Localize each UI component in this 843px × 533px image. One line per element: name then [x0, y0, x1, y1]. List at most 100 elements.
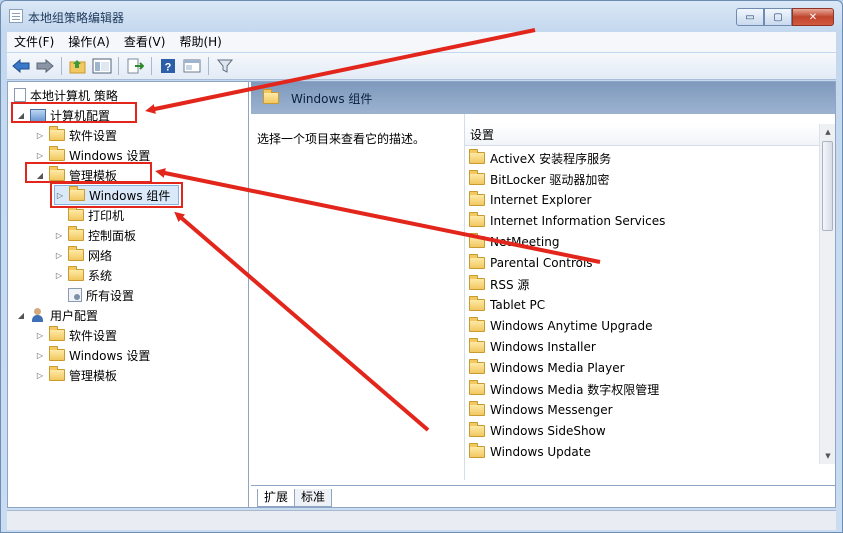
- toolbar-separator: [208, 57, 209, 75]
- window-title: 本地组策略编辑器: [28, 11, 125, 25]
- maximize-button[interactable]: ▢: [764, 8, 792, 26]
- expand-arrow-icon[interactable]: ▷: [35, 331, 45, 340]
- expand-arrow-icon[interactable]: ▷: [35, 351, 45, 360]
- menu-action[interactable]: 操作(A): [61, 32, 117, 52]
- folder-icon: [469, 443, 485, 458]
- list-item[interactable]: Windows Media 数字权限管理: [469, 379, 659, 399]
- list-item-label: Windows Installer: [490, 340, 596, 354]
- folder-icon: [68, 206, 84, 221]
- list-item[interactable]: Windows SideShow: [469, 421, 606, 441]
- toolbar-separator: [151, 57, 152, 75]
- user-icon: [30, 308, 46, 322]
- list-item-label: Windows SideShow: [490, 424, 606, 438]
- vertical-scrollbar[interactable]: ▲ ▼: [819, 124, 835, 464]
- list-item[interactable]: RSS 源: [469, 274, 529, 294]
- tree-item-user-software-settings[interactable]: ▷ 软件设置: [35, 325, 117, 345]
- status-bar: [7, 510, 836, 530]
- list-item[interactable]: NetMeeting: [469, 232, 559, 252]
- toolbar-separator: [61, 57, 62, 75]
- menu-bar: 文件(F) 操作(A) 查看(V) 帮助(H): [7, 32, 836, 52]
- menu-help[interactable]: 帮助(H): [172, 32, 228, 52]
- svg-text:?: ?: [165, 62, 172, 74]
- back-arrow-icon[interactable]: [11, 56, 31, 76]
- menu-view[interactable]: 查看(V): [117, 32, 173, 52]
- tree-item-label: 软件设置: [69, 328, 118, 343]
- tab-extended[interactable]: 扩展: [257, 489, 296, 507]
- folder-icon: [68, 226, 84, 241]
- folder-icon: [469, 275, 485, 290]
- scrollbar-thumb[interactable]: [822, 141, 833, 231]
- tab-standard[interactable]: 标准: [294, 489, 333, 507]
- list-item[interactable]: Tablet PC: [469, 295, 545, 315]
- tree-item-label: 管理模板: [69, 368, 118, 383]
- tree-item-user-windows-settings[interactable]: ▷ Windows 设置: [35, 345, 150, 365]
- list-item-label: Windows Media 数字权限管理: [490, 382, 660, 397]
- list-item[interactable]: Parental Controls: [469, 253, 593, 273]
- folder-icon: [469, 212, 485, 227]
- scroll-down-icon[interactable]: ▼: [820, 448, 836, 464]
- tree-item-label: 打印机: [88, 208, 125, 223]
- tree-item-user-admin-templates[interactable]: ▷ 管理模板: [35, 365, 117, 385]
- list-item-label: BitLocker 驱动器加密: [490, 172, 610, 187]
- list-item[interactable]: Internet Explorer: [469, 190, 591, 210]
- list-item[interactable]: Windows Messenger: [469, 400, 613, 420]
- tree-item-network[interactable]: ▷ 网络: [54, 245, 112, 265]
- expand-arrow-icon[interactable]: ▷: [35, 131, 45, 140]
- list-item[interactable]: Windows Update: [469, 442, 591, 462]
- tree-item-system[interactable]: ▷ 系统: [54, 265, 112, 285]
- folder-icon: [469, 191, 485, 206]
- minimize-button[interactable]: ▭: [736, 8, 764, 26]
- toolbar: ?: [7, 53, 836, 80]
- expand-arrow-icon[interactable]: ▷: [54, 271, 64, 280]
- list-item-label: Internet Explorer: [490, 193, 592, 207]
- expand-arrow-icon[interactable]: ▷: [35, 371, 45, 380]
- folder-icon: [469, 422, 485, 437]
- folder-icon: [469, 317, 485, 332]
- expand-arrow-icon[interactable]: ▷: [54, 231, 64, 240]
- tree-item-label: 软件设置: [69, 128, 118, 143]
- folder-icon: [469, 380, 485, 395]
- menu-file[interactable]: 文件(F): [7, 32, 61, 52]
- scroll-up-icon[interactable]: ▲: [820, 124, 836, 140]
- forward-arrow-icon[interactable]: [35, 56, 55, 76]
- tree-item-control-panel[interactable]: ▷ 控制面板: [54, 225, 136, 245]
- list-item[interactable]: Windows Media Player: [469, 358, 625, 378]
- tree-item-printers[interactable]: 打印机: [54, 205, 124, 225]
- export-icon[interactable]: [125, 56, 145, 76]
- properties-icon[interactable]: [182, 56, 202, 76]
- collapse-arrow-icon[interactable]: ◢: [16, 311, 26, 320]
- list-item[interactable]: ActiveX 安装程序服务: [469, 148, 611, 168]
- policy-document-icon: [14, 88, 26, 102]
- list-item-label: Tablet PC: [490, 298, 546, 312]
- list-item[interactable]: Windows Installer: [469, 337, 596, 357]
- list-item[interactable]: Internet Information Services: [469, 211, 665, 231]
- annotation-box: [50, 182, 183, 208]
- caption-buttons: ▭ ▢ ✕: [736, 8, 834, 26]
- folder-icon: [49, 146, 65, 161]
- list-item-label: ActiveX 安装程序服务: [490, 151, 612, 166]
- folder-icon: [68, 246, 84, 261]
- tree-item-label: 控制面板: [88, 228, 137, 243]
- tree-item-all-settings[interactable]: 所有设置: [54, 285, 134, 305]
- folder-icon: [469, 170, 485, 185]
- tree-item-label: 用户配置: [50, 308, 99, 323]
- filter-icon[interactable]: [215, 56, 235, 76]
- folder-icon: [469, 359, 485, 374]
- navigation-tree: 本地计算机 策略 ◢ 计算机配置 ▷ 软件设置 ▷ Windows 设置 ◢ 管…: [8, 82, 249, 507]
- list-item-label: Windows Media Player: [490, 361, 625, 375]
- list-item[interactable]: Windows Anytime Upgrade: [469, 316, 653, 336]
- close-button[interactable]: ✕: [792, 8, 834, 26]
- up-folder-icon[interactable]: [68, 56, 88, 76]
- help-icon[interactable]: ?: [158, 56, 178, 76]
- list-item[interactable]: BitLocker 驱动器加密: [469, 169, 609, 189]
- expand-arrow-icon[interactable]: ▷: [54, 251, 64, 260]
- folder-icon: [469, 149, 485, 164]
- policy-editor-icon: [9, 9, 23, 23]
- show-tree-icon[interactable]: [92, 56, 112, 76]
- details-header: Windows 组件: [251, 82, 835, 114]
- column-header-settings[interactable]: 设置: [465, 124, 819, 146]
- tree-item-software-settings[interactable]: ▷ 软件设置: [35, 125, 117, 145]
- tree-item-user-config[interactable]: ◢ 用户配置: [16, 305, 98, 325]
- expand-arrow-icon[interactable]: ▷: [35, 151, 45, 160]
- list-item-label: Windows Anytime Upgrade: [490, 319, 653, 333]
